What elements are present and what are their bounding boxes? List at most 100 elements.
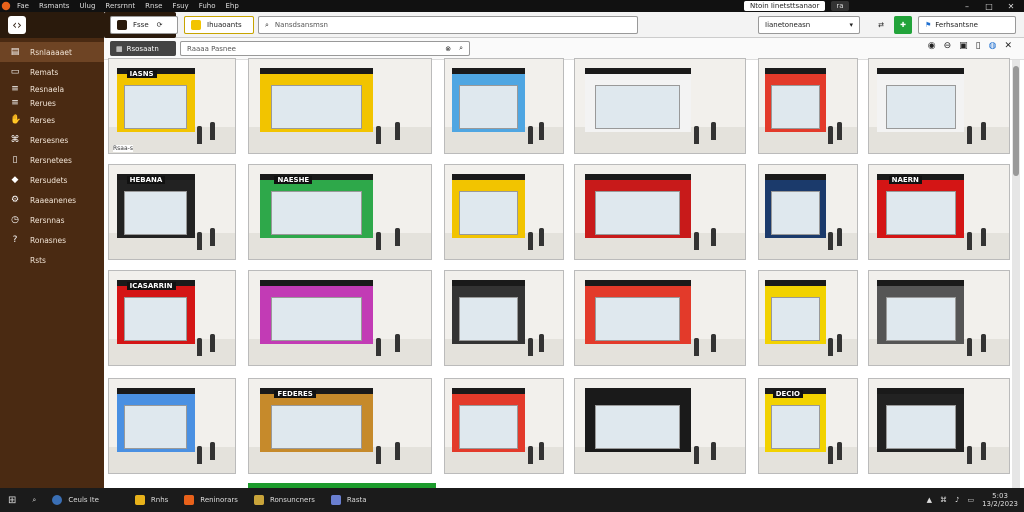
- image-thumbnail[interactable]: FEDERES: [248, 378, 432, 474]
- image-thumbnail[interactable]: [248, 58, 432, 154]
- account-badge[interactable]: ra: [831, 1, 849, 11]
- image-thumbnail[interactable]: NAERN: [868, 164, 1010, 260]
- image-thumbnail[interactable]: [868, 270, 1010, 366]
- image-thumbnail[interactable]: [868, 58, 1010, 154]
- shopper-figure: [967, 231, 972, 250]
- image-thumbnail[interactable]: [248, 270, 432, 366]
- image-thumbnail[interactable]: [574, 378, 746, 474]
- search-taskbar-button[interactable]: ⌕: [24, 488, 44, 512]
- shopper-figure: [209, 441, 215, 460]
- sidebar-item[interactable]: ⚙ Raaeanenes: [0, 190, 104, 210]
- sidebar-item[interactable]: ⌘ Rersesnes: [0, 130, 104, 150]
- path-field[interactable]: Raaaa Pasnee ⊗ ⌕: [180, 41, 470, 56]
- sidebar-item[interactable]: ▤ Rsnlaaaaet: [0, 42, 104, 62]
- menu-item[interactable]: Fae: [12, 2, 34, 10]
- sync-icon[interactable]: ⇄: [872, 16, 890, 34]
- menu-item[interactable]: Rnse: [140, 2, 167, 10]
- sidebar-item[interactable]: ▯ Rersnetees: [0, 150, 104, 170]
- sidebar-item[interactable]: ≡ Resnaela: [0, 82, 104, 96]
- up-arrow-icon[interactable]: ▲: [927, 496, 932, 504]
- user-menu[interactable]: ⚑ Ferhsantsne: [918, 16, 1016, 34]
- image-thumbnail[interactable]: NAESHE: [248, 164, 432, 260]
- add-button[interactable]: ✚: [894, 16, 912, 34]
- taskbar: ⊞ ⌕ Ceuls Ite Rnhs Reninorars Ronsuncner…: [0, 488, 1024, 512]
- image-thumbnail[interactable]: ICASARRIN: [108, 270, 236, 366]
- menu-item[interactable]: Rsmants: [34, 2, 74, 10]
- sidebar-item[interactable]: ? Ronasnes: [0, 230, 104, 250]
- sidebar-item[interactable]: ▭ Remats: [0, 62, 104, 82]
- sidebar-item[interactable]: Rsts: [0, 250, 104, 270]
- close-icon[interactable]: ✕: [1004, 41, 1012, 51]
- shopper-figure: [981, 333, 986, 352]
- sidebar-item[interactable]: ◷ Rersnnas: [0, 210, 104, 230]
- shop-window: [270, 297, 362, 341]
- lock-icon[interactable]: ▣: [959, 41, 968, 51]
- image-thumbnail[interactable]: [444, 378, 564, 474]
- menu-item[interactable]: Fuho: [194, 2, 221, 10]
- image-thumbnail[interactable]: [574, 270, 746, 366]
- image-thumbnail[interactable]: DECIO: [758, 378, 858, 474]
- sidebar-item[interactable]: ≡ Rerues: [0, 96, 104, 110]
- image-thumbnail[interactable]: [758, 270, 858, 366]
- image-thumbnail[interactable]: HEBANA: [108, 164, 236, 260]
- view-button[interactable]: ▦ Rsosaatn: [110, 41, 176, 56]
- path-input[interactable]: Raaaa Pasnee: [187, 45, 236, 53]
- app-tab[interactable]: Ihuaoants: [184, 16, 254, 34]
- minimize-icon[interactable]: –: [956, 2, 978, 11]
- back-arrow-icon[interactable]: ‹›: [8, 16, 26, 34]
- sidebar-item[interactable]: ◆ Rersudets: [0, 170, 104, 190]
- location-icon[interactable]: ◍: [989, 41, 997, 51]
- shopper-figure: [694, 445, 699, 464]
- search-input[interactable]: Nansdsansmsn: [275, 21, 328, 29]
- filter-dropdown[interactable]: Iianetoneasn ▾: [758, 16, 860, 34]
- menu-item[interactable]: Ehp: [221, 2, 244, 10]
- taskbar-item[interactable]: Reninorars: [176, 488, 246, 512]
- scrollbar-thumb[interactable]: [1013, 66, 1019, 176]
- taskbar-item[interactable]: Ronsuncners: [246, 488, 323, 512]
- battery-icon[interactable]: ▭: [967, 496, 974, 504]
- sidebar-item[interactable]: ✋ Rerses: [0, 110, 104, 130]
- remove-icon[interactable]: ⊖: [944, 41, 952, 51]
- image-thumbnail[interactable]: [758, 164, 858, 260]
- app-logo-icon: [1, 1, 11, 11]
- maximize-icon[interactable]: □: [978, 2, 1000, 11]
- close-icon[interactable]: ✕: [1000, 2, 1022, 11]
- scrollbar[interactable]: [1012, 60, 1020, 488]
- search-icon[interactable]: ⌕: [459, 44, 463, 53]
- taskbar-item[interactable]: Rasta: [323, 488, 375, 512]
- image-thumbnail[interactable]: [108, 378, 236, 474]
- menu-item[interactable]: Ulug: [74, 2, 100, 10]
- search-bar[interactable]: ⌕ Nansdsansmsn: [258, 16, 638, 34]
- time-label: 5:03: [992, 492, 1008, 500]
- taskbar-label: Ceuls Ite: [68, 496, 99, 504]
- image-thumbnail[interactable]: [868, 378, 1010, 474]
- volume-icon[interactable]: ♪: [955, 496, 959, 504]
- menu-item[interactable]: Rersrnnt: [100, 2, 140, 10]
- clear-icon[interactable]: ⊗: [445, 45, 451, 53]
- shopper-figure: [394, 333, 400, 352]
- network-icon[interactable]: ⌘: [940, 496, 947, 504]
- taskbar-label: Reninorars: [200, 496, 238, 504]
- image-thumbnail[interactable]: [758, 58, 858, 154]
- image-thumbnail[interactable]: [574, 58, 746, 154]
- info-icon[interactable]: ◉: [928, 41, 936, 51]
- store-sign: IASNS: [126, 70, 157, 79]
- image-thumbnail[interactable]: [444, 270, 564, 366]
- shop-window: [885, 191, 956, 235]
- image-thumbnail[interactable]: [444, 164, 564, 260]
- shop-window: [595, 297, 681, 341]
- home-tab[interactable]: Fsse ⟳: [110, 16, 178, 34]
- taskbar-item[interactable]: Rnhs: [127, 488, 176, 512]
- shopper-figure: [376, 125, 382, 144]
- taskbar-item[interactable]: Ceuls Ite: [44, 488, 107, 512]
- menu-item[interactable]: Fsuy: [167, 2, 193, 10]
- image-thumbnail[interactable]: [574, 164, 746, 260]
- phone-icon[interactable]: ▯: [976, 41, 981, 51]
- address-field[interactable]: Ntoin Iinetsttsanaor: [744, 1, 826, 11]
- home-icon: [117, 20, 127, 30]
- image-thumbnail[interactable]: [444, 58, 564, 154]
- start-button[interactable]: ⊞: [0, 488, 24, 512]
- refresh-icon[interactable]: ⟳: [157, 21, 163, 29]
- image-thumbnail[interactable]: IASNS Rsaa-s: [108, 58, 236, 154]
- clock[interactable]: 5:03 13/2/2023: [982, 492, 1018, 508]
